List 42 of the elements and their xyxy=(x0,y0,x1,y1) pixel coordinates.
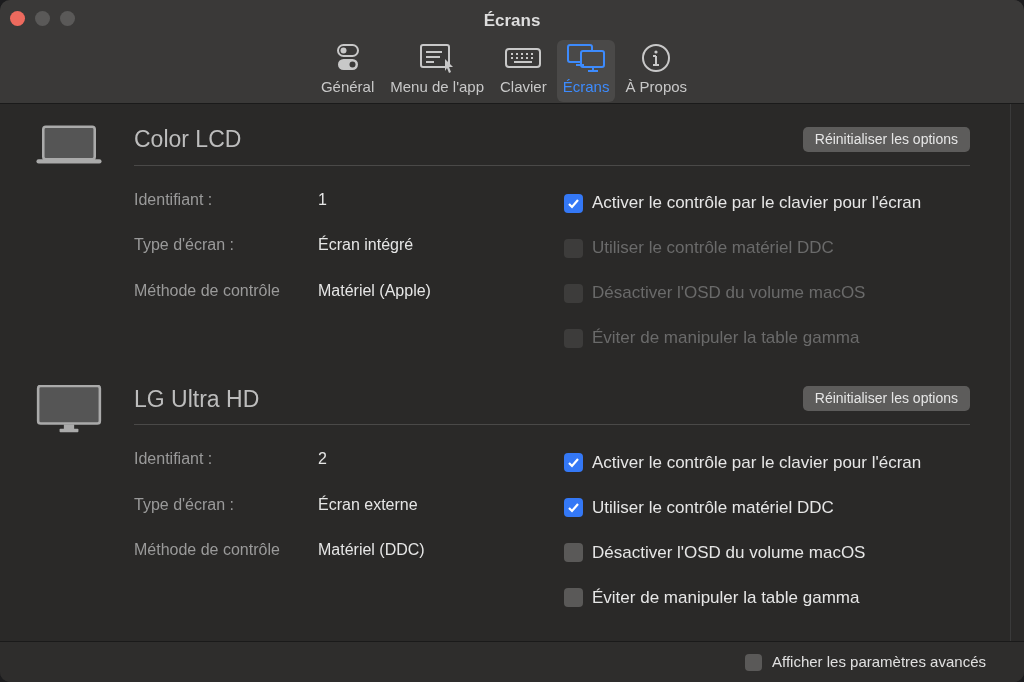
toolbar-tab[interactable]: Général xyxy=(314,39,381,102)
option-label: Éviter de manipuler la table gamma xyxy=(592,586,860,609)
info-label: Type d'écran : xyxy=(134,494,235,515)
minimize-button[interactable] xyxy=(35,11,50,26)
info-value: Écran intégré xyxy=(318,234,414,256)
toolbar-tab[interactable]: Menu de l'app xyxy=(384,39,491,102)
reset-options-button[interactable]: Réinitialiser les options xyxy=(802,386,970,412)
option-label: Désactiver l'OSD du volume macOS xyxy=(592,541,866,564)
toolbar-tab[interactable]: À Propos xyxy=(619,39,694,102)
checkbox[interactable] xyxy=(564,498,583,518)
displays-icon xyxy=(566,42,607,73)
info-label: Méthode de contrôle xyxy=(134,540,281,561)
window-title: Écrans xyxy=(483,11,541,30)
checkbox[interactable] xyxy=(564,453,583,473)
display-name: Color LCD xyxy=(134,125,242,155)
option-label: Utiliser le contrôle matériel DDC xyxy=(592,237,834,260)
reset-options-button[interactable]: Réinitialiser les options xyxy=(802,126,970,152)
option-label: Activer le contrôle par le clavier pour l'écran xyxy=(592,451,922,474)
close-button[interactable] xyxy=(10,11,25,26)
info-label: Type d'écran : xyxy=(134,235,235,256)
advanced-settings-label: Afficher les paramètres avancés xyxy=(772,651,986,672)
checkbox[interactable] xyxy=(564,193,583,213)
zoom-button[interactable] xyxy=(60,11,75,26)
info-value: 2 xyxy=(318,449,327,470)
toolbar-tab[interactable]: Clavier xyxy=(494,39,553,102)
info-value: Matériel (DDC) xyxy=(318,540,425,561)
checkbox[interactable] xyxy=(564,543,583,563)
option-label: Désactiver l'OSD du volume macOS xyxy=(592,282,866,305)
info-label: Identifiant : xyxy=(134,449,214,470)
info-value: 1 xyxy=(318,189,327,210)
checkbox[interactable] xyxy=(564,588,583,608)
option-label: Utiliser le contrôle matériel DDC xyxy=(592,496,834,519)
info-value: Matériel (Apple) xyxy=(318,280,431,301)
info-label: Identifiant : xyxy=(134,189,214,210)
check-icon xyxy=(567,456,580,470)
check-icon xyxy=(567,501,580,515)
info-label: Méthode de contrôle xyxy=(134,280,281,301)
display-name: LG Ultra HD xyxy=(134,384,260,414)
option-label: Éviter de manipuler la table gamma xyxy=(592,327,860,350)
info-value: Écran externe xyxy=(318,494,418,515)
option-label: Activer le contrôle par le clavier pour l'écran xyxy=(592,192,922,215)
checkbox[interactable] xyxy=(745,653,762,671)
